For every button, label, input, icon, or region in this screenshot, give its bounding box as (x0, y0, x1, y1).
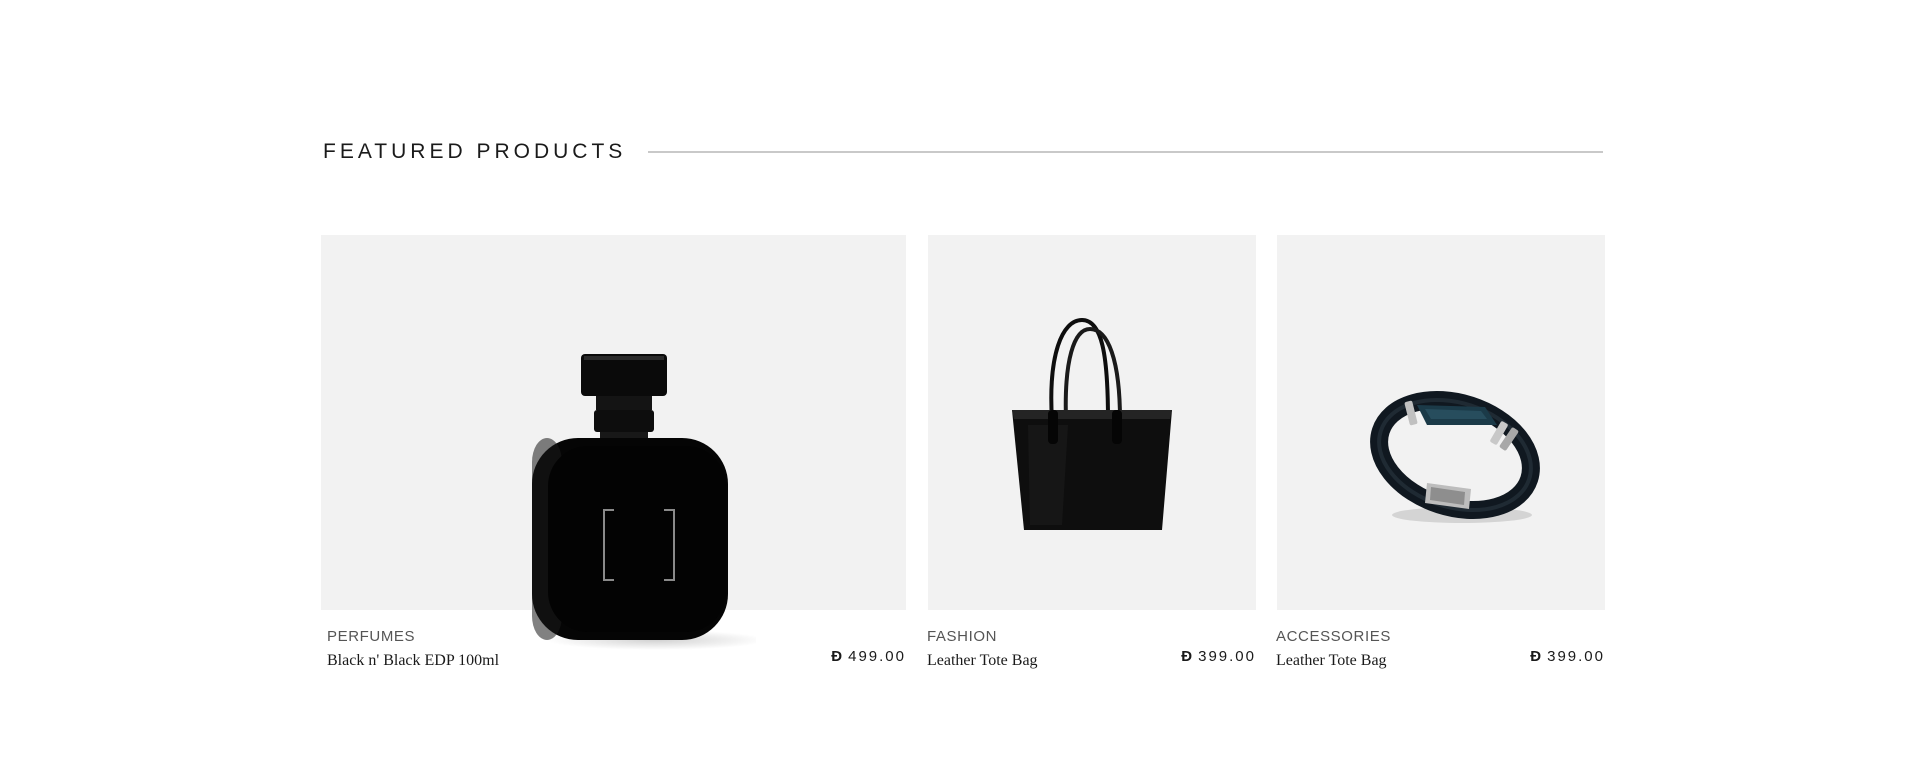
product-meta: ACCESSORIES Leather Tote Bag Đ 399.00 (1276, 610, 1605, 670)
product-name[interactable]: Leather Tote Bag (927, 652, 1038, 670)
product-price: Đ 399.00 (1181, 648, 1256, 665)
product-image-bracelet[interactable] (1277, 235, 1605, 610)
product-image-tote-bag[interactable] (928, 235, 1256, 610)
bracelet-icon (1370, 390, 1540, 523)
product-card-bracelet[interactable]: ACCESSORIES Leather Tote Bag Đ 399.00 (1276, 235, 1605, 670)
currency-symbol: Đ (1530, 648, 1542, 665)
product-meta: PERFUMES Black n' Black EDP 100ml Đ 499.… (321, 610, 906, 670)
product-category[interactable]: ACCESSORIES (1276, 628, 1391, 645)
section-divider (648, 151, 1603, 153)
product-price: Đ 399.00 (1530, 648, 1605, 665)
featured-products-page: FEATURED PRODUCTS PERFUMES Black n' Blac… (0, 0, 1920, 760)
product-category[interactable]: PERFUMES (327, 628, 415, 645)
product-category[interactable]: FASHION (927, 628, 997, 645)
currency-symbol: Đ (1181, 648, 1193, 665)
product-meta: FASHION Leather Tote Bag Đ 399.00 (927, 610, 1256, 670)
tote-bag-icon (1012, 317, 1172, 530)
product-name[interactable]: Leather Tote Bag (1276, 652, 1387, 670)
product-card-tote-bag[interactable]: FASHION Leather Tote Bag Đ 399.00 (927, 235, 1256, 670)
price-value: 399.00 (1547, 648, 1605, 665)
product-card-perfume[interactable]: PERFUMES Black n' Black EDP 100ml Đ 499.… (321, 235, 906, 670)
product-name[interactable]: Black n' Black EDP 100ml (327, 652, 499, 670)
product-image-perfume[interactable] (321, 235, 906, 650)
price-value: 499.00 (848, 648, 906, 665)
section-header: FEATURED PRODUCTS (323, 136, 1603, 168)
price-value: 399.00 (1198, 648, 1256, 665)
currency-symbol: Đ (831, 648, 843, 665)
product-price: Đ 499.00 (831, 648, 906, 665)
section-title: FEATURED PRODUCTS (323, 140, 627, 163)
